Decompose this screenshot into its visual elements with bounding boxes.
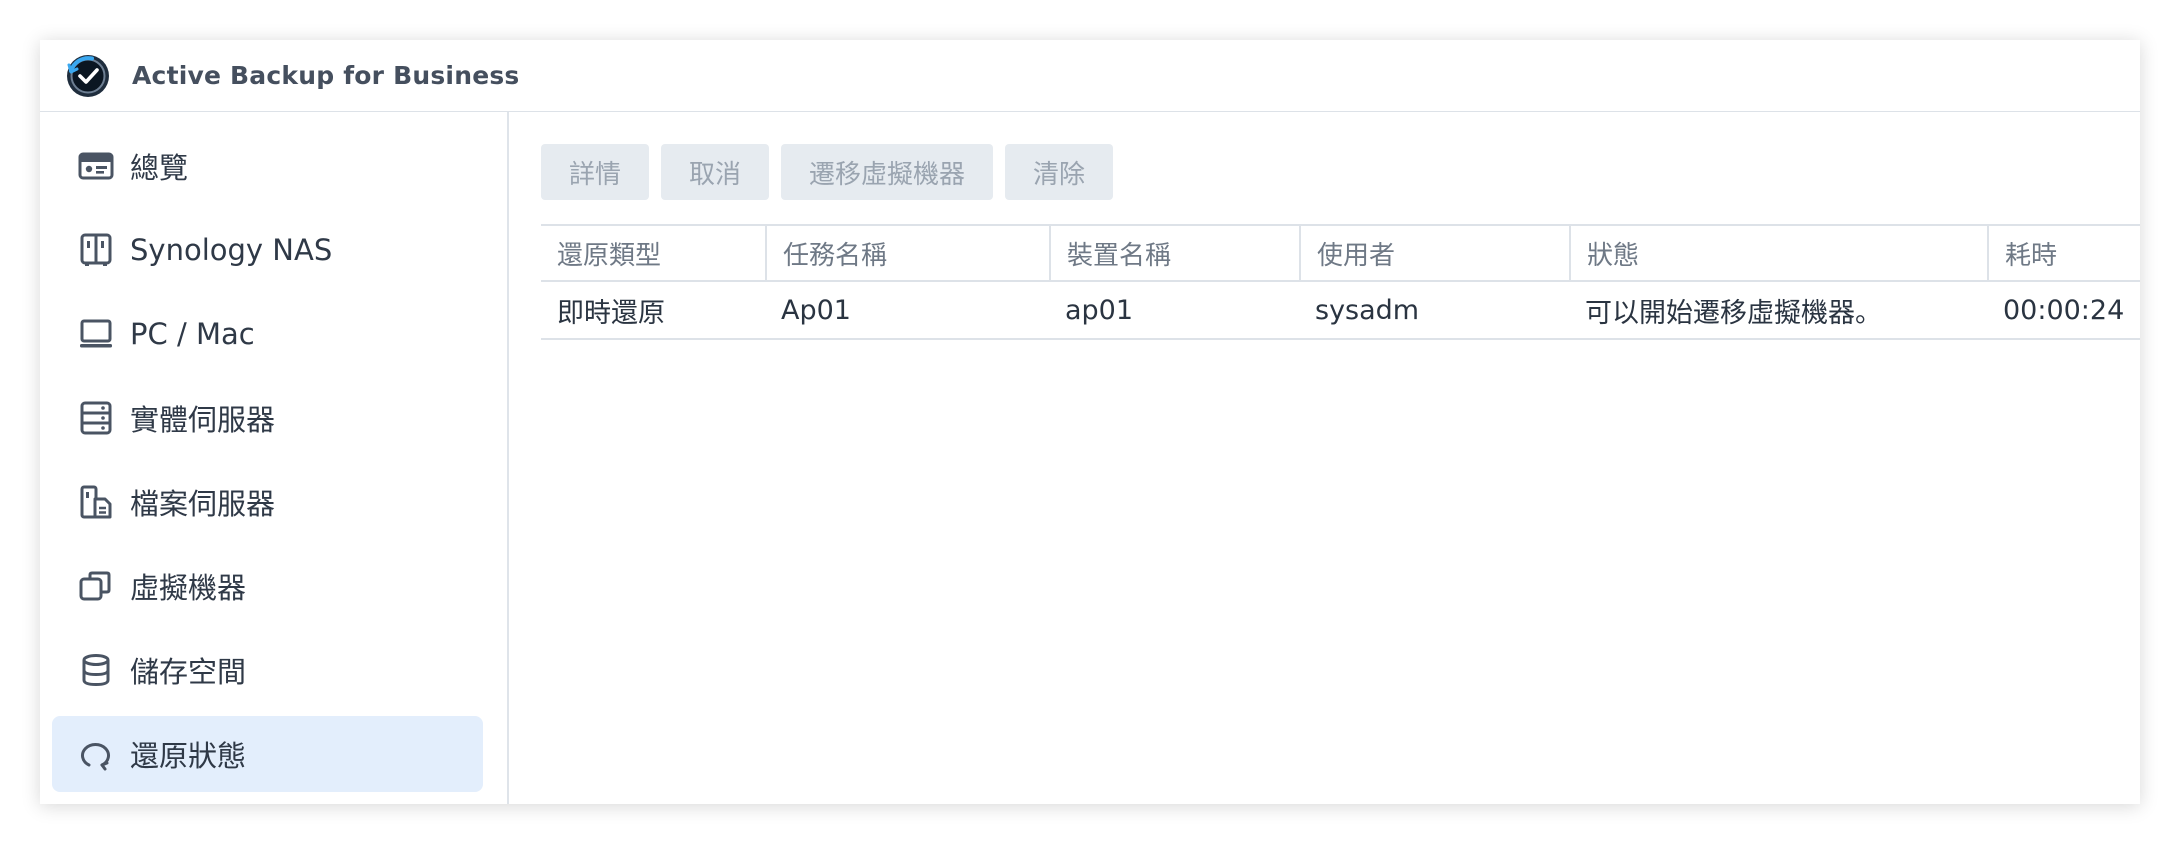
sidebar: 總覽 Synology NAS PC / Mac 實體伺服器 檔案伺服器 虛擬機… [40, 112, 509, 804]
sidebar-item-physical-server[interactable]: 實體伺服器 [52, 380, 483, 456]
active-backup-logo-icon [67, 54, 109, 97]
column-header-user[interactable]: 使用者 [1299, 226, 1569, 280]
overview-card-icon [78, 148, 114, 184]
table-row[interactable]: 即時還原 Ap01 ap01 sysadm 可以開始遷移虛擬機器。 00:00:… [541, 282, 2140, 340]
sidebar-item-virtual-machine[interactable]: 虛擬機器 [52, 548, 483, 624]
column-header-restore-type[interactable]: 還原類型 [541, 226, 765, 280]
clear-button[interactable]: 清除 [1005, 144, 1114, 200]
cell-status: 可以開始遷移虛擬機器。 [1585, 297, 1882, 329]
sidebar-item-file-server[interactable]: 檔案伺服器 [52, 464, 483, 540]
cancel-button[interactable]: 取消 [661, 144, 770, 200]
cell-device-name: ap01 [1065, 294, 1134, 326]
sidebar-item-synology-nas[interactable]: Synology NAS [52, 212, 483, 288]
column-header-duration[interactable]: 耗時 [1987, 226, 2140, 280]
migrate-vm-button[interactable]: 遷移虛擬機器 [781, 144, 994, 200]
sidebar-item-label: 檔案伺服器 [130, 487, 276, 521]
server-rack-icon [78, 400, 114, 436]
cell-user: sysadm [1315, 294, 1420, 326]
sidebar-item-restore-status[interactable]: 還原狀態 [52, 716, 483, 792]
details-button[interactable]: 詳情 [541, 144, 650, 200]
sidebar-item-storage[interactable]: 儲存空間 [52, 632, 483, 708]
sidebar-item-overview[interactable]: 總覽 [52, 128, 483, 204]
column-header-status[interactable]: 狀態 [1569, 226, 1987, 280]
sidebar-item-label: PC / Mac [130, 317, 255, 351]
virtual-machine-icon [78, 568, 114, 604]
app-window: Active Backup for Business 總覽 Synology N… [40, 40, 2140, 804]
sidebar-item-label: 儲存空間 [130, 655, 247, 689]
sidebar-item-label: 總覽 [130, 151, 189, 185]
restore-status-icon [78, 736, 114, 772]
app-title: Active Backup for Business [132, 61, 520, 90]
sidebar-item-label: 實體伺服器 [130, 403, 276, 437]
restore-table: 還原類型 任務名稱 裝置名稱 使用者 狀態 耗時 即時還原 Ap01 ap01 … [541, 224, 2140, 340]
cell-duration: 00:00:24 [2003, 294, 2125, 326]
storage-database-icon [78, 652, 114, 688]
sidebar-item-label: Synology NAS [130, 233, 333, 267]
monitor-icon [78, 316, 114, 352]
cell-restore-type: 即時還原 [557, 297, 665, 329]
toolbar: 詳情 取消 遷移虛擬機器 清除 [541, 144, 1125, 200]
nas-icon [78, 232, 114, 268]
sidebar-item-pc-mac[interactable]: PC / Mac [52, 296, 483, 372]
main-content: 詳情 取消 遷移虛擬機器 清除 還原類型 任務名稱 裝置名稱 使用者 狀態 耗時… [509, 112, 2140, 804]
title-bar: Active Backup for Business [40, 40, 2140, 112]
cell-task-name: Ap01 [781, 294, 851, 326]
sidebar-item-label: 還原狀態 [130, 739, 247, 773]
file-server-icon [78, 484, 114, 520]
table-header: 還原類型 任務名稱 裝置名稱 使用者 狀態 耗時 [541, 224, 2140, 282]
column-header-task-name[interactable]: 任務名稱 [765, 226, 1049, 280]
column-header-device-name[interactable]: 裝置名稱 [1049, 226, 1299, 280]
sidebar-item-label: 虛擬機器 [130, 571, 247, 605]
